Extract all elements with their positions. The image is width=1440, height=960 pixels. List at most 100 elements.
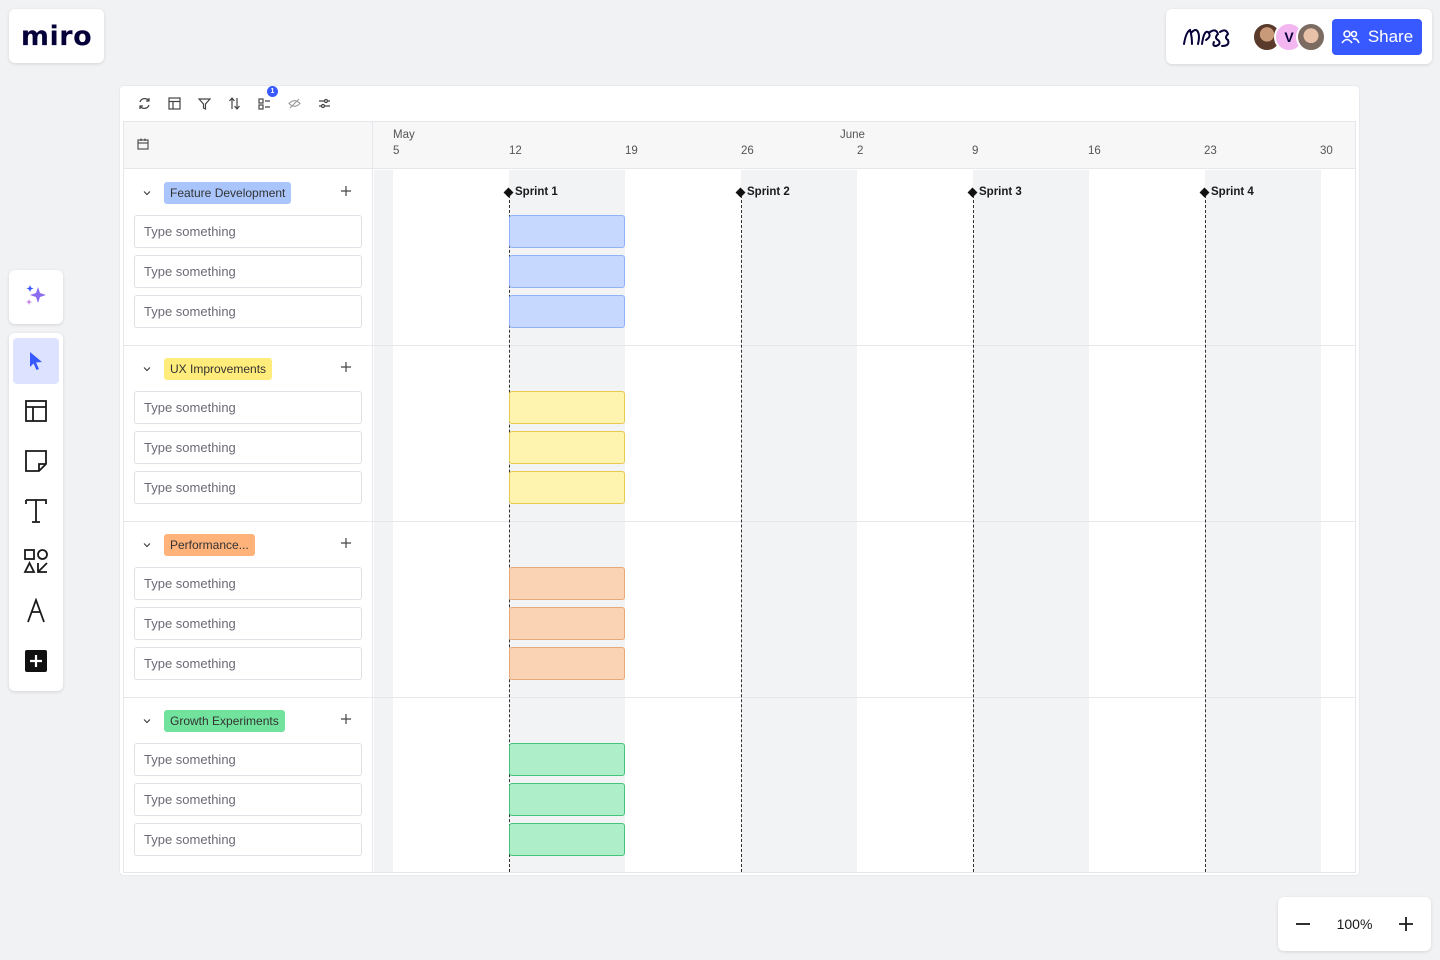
date-label: 9 [972,145,979,157]
zoom-level[interactable]: 100% [1337,916,1373,932]
milestone-icon [735,187,746,197]
users-icon [1341,29,1360,43]
item-card[interactable]: Type something [134,471,362,504]
sync-button[interactable] [136,95,152,111]
pen-icon [27,598,45,623]
ai-toolbar [9,270,63,324]
avatar[interactable] [1296,21,1326,52]
timeline-bar[interactable] [509,607,625,640]
settings-button[interactable] [316,95,332,111]
group-tag[interactable]: Growth Experiments [164,710,285,732]
date-scale: May June 5 12 19 26 2 9 16 23 30 [374,122,1355,169]
timeline-board[interactable]: 1 May June 5 12 19 26 2 9 16 23 30 Sprin… [120,86,1359,875]
add-item-icon[interactable] [340,185,352,197]
plus-square-icon [25,650,47,672]
sprint-line [1205,190,1206,872]
date-label: 30 [1320,145,1333,157]
timeline-bar[interactable] [509,823,625,856]
timeline-bar[interactable] [509,255,625,288]
sprint-line [741,190,742,872]
share-button[interactable]: Share [1332,18,1422,55]
timeline-grid: May June 5 12 19 26 2 9 16 23 30 Sprint … [123,121,1356,873]
more-tools-button[interactable] [13,638,59,684]
layout-button[interactable] [166,95,182,111]
item-card[interactable]: Type something [134,391,362,424]
chevron-down-icon[interactable] [142,540,152,550]
board-logo-icon[interactable] [1180,22,1232,52]
text-tool[interactable] [13,488,59,534]
sparkle-icon [26,285,46,305]
date-label: 19 [625,145,638,157]
list-icon [257,97,270,110]
item-card[interactable]: Type something [134,567,362,600]
chevron-down-icon[interactable] [142,364,152,374]
group-button[interactable]: 1 [256,86,278,111]
milestone-icon [503,187,514,197]
zoom-out-icon[interactable] [1294,915,1312,933]
group-header: Feature Development [124,170,373,216]
refresh-icon [138,97,150,109]
zoom-in-icon[interactable] [1397,915,1415,933]
timeline-bar[interactable] [509,471,625,504]
item-card[interactable]: Type something [134,823,362,856]
layout-icon [25,400,47,422]
item-card[interactable]: Type something [134,783,362,816]
shapes-tool[interactable] [13,538,59,584]
sort-button[interactable] [226,95,242,111]
collaborator-avatars[interactable]: V [1252,21,1326,52]
sprint-marker[interactable]: Sprint 3 [967,186,1022,198]
shapes-icon [23,549,48,573]
logo-card[interactable]: miro [9,9,104,63]
ai-assist-button[interactable] [13,272,59,318]
item-card[interactable]: Type something [134,431,362,464]
timeline-bar[interactable] [509,783,625,816]
item-card[interactable]: Type something [134,295,362,328]
sprint-marker[interactable]: Sprint 1 [503,186,558,198]
timeline-bar[interactable] [509,295,625,328]
add-item-icon[interactable] [340,713,352,725]
timeline-bar[interactable] [509,431,625,464]
sprint-marker[interactable]: Sprint 2 [735,186,790,198]
sprint-marker[interactable]: Sprint 4 [1199,186,1254,198]
filter-button[interactable] [196,95,212,111]
group-tag[interactable]: UX Improvements [164,358,273,380]
filter-icon [197,97,211,110]
item-card[interactable]: Type something [134,743,362,776]
date-label: 26 [741,145,754,157]
date-label: 2 [857,145,864,157]
item-card[interactable]: Type something [134,647,362,680]
select-tool[interactable] [13,338,59,384]
date-label: 16 [1088,145,1101,157]
sticky-note-tool[interactable] [13,438,59,484]
item-card[interactable]: Type something [134,215,362,248]
chevron-down-icon[interactable] [142,188,152,198]
sticky-note-icon [25,450,47,472]
zoom-control: 100% [1278,897,1431,951]
timeline-bar[interactable] [509,647,625,680]
add-item-icon[interactable] [340,537,352,549]
item-card[interactable]: Type something [134,607,362,640]
item-card[interactable]: Type something [134,255,362,288]
sprint-line [973,190,974,872]
timeline-bar[interactable] [509,215,625,248]
creation-toolbar [9,333,63,691]
sort-icon [228,96,240,110]
sliders-icon [318,98,330,108]
pen-tool[interactable] [13,588,59,634]
board-toolbar: 1 [120,86,1359,120]
text-icon [25,499,47,523]
date-label: 23 [1204,145,1217,157]
group-header: Growth Experiments [124,698,373,744]
templates-tool[interactable] [13,388,59,434]
timeline-bar[interactable] [509,391,625,424]
month-label: May [393,129,415,141]
eye-off-icon [287,98,301,108]
chevron-down-icon[interactable] [142,716,152,726]
hide-button[interactable] [286,95,302,111]
month-label: June [840,129,865,141]
group-tag[interactable]: Performance... [164,534,255,556]
add-item-icon[interactable] [340,361,352,373]
group-tag[interactable]: Feature Development [164,182,292,204]
timeline-bar[interactable] [509,567,625,600]
timeline-bar[interactable] [509,743,625,776]
